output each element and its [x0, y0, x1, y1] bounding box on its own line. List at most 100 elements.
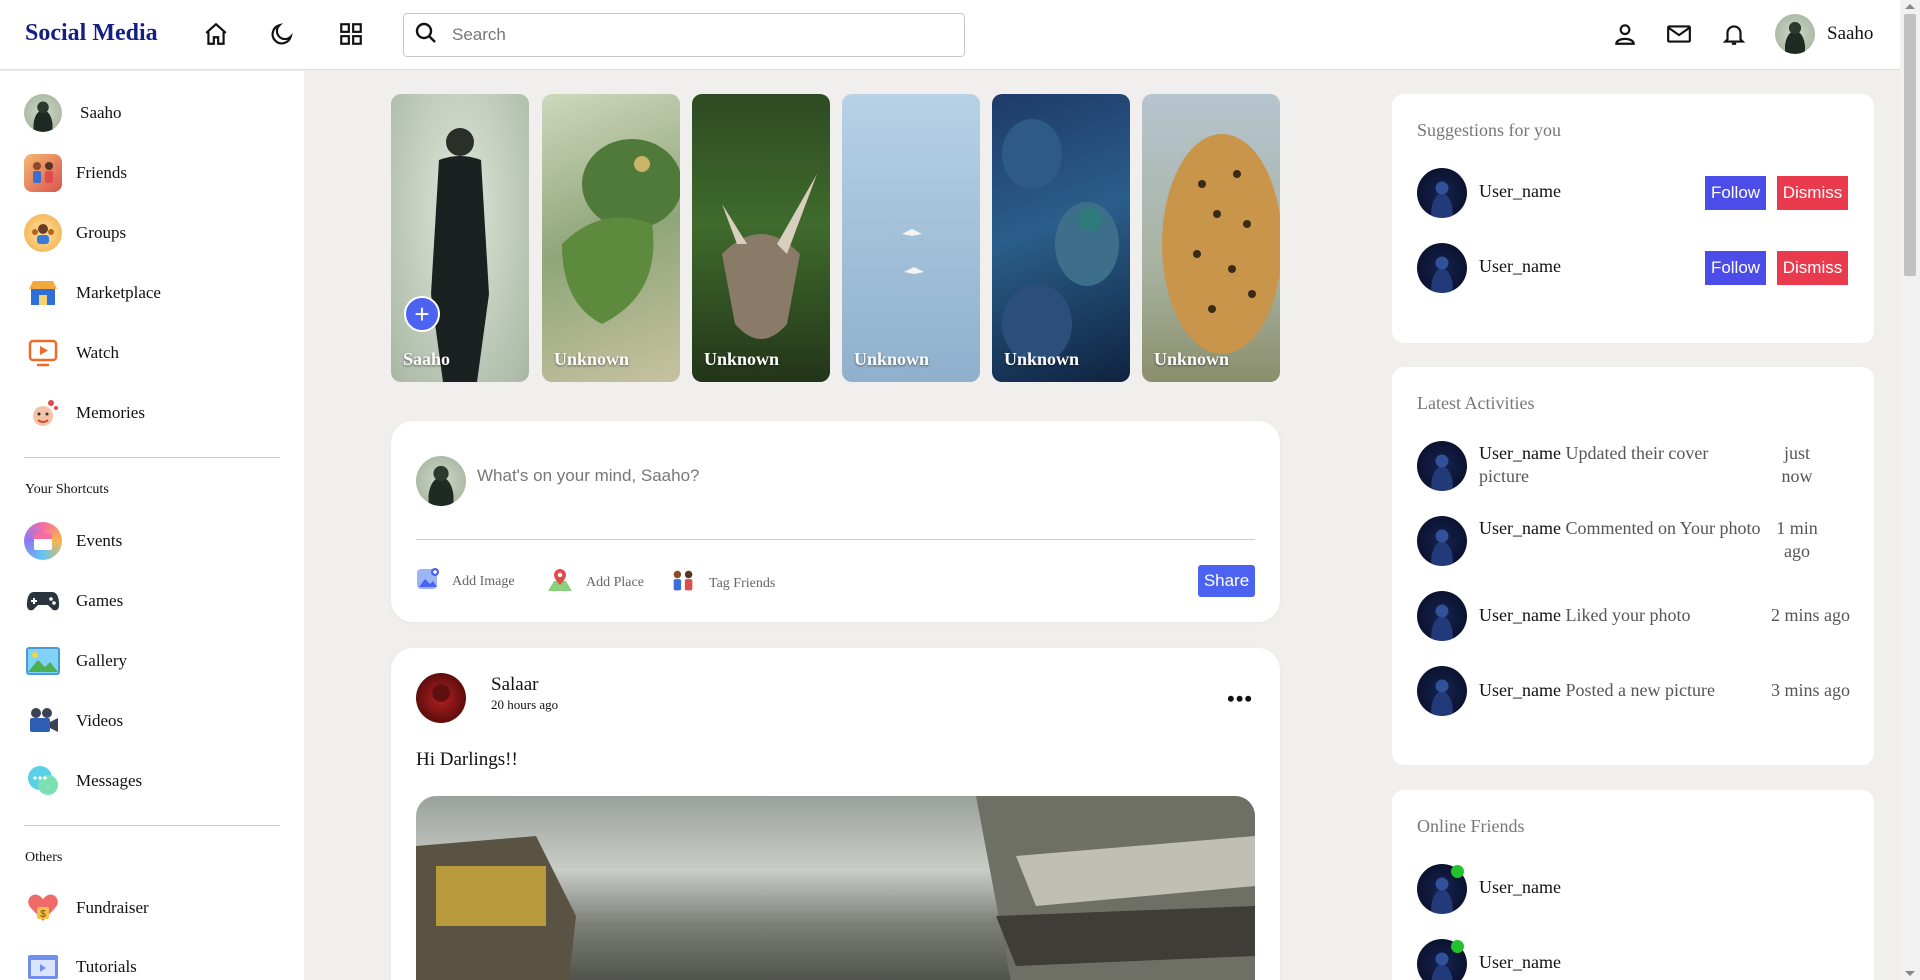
sidebar-item-label: Games — [76, 591, 124, 610]
sidebar-item-friends[interactable]: Friends — [24, 153, 280, 193]
scrollbar-thumb[interactable] — [1904, 14, 1916, 276]
story-image — [431, 128, 489, 382]
follow-button[interactable]: Follow — [1705, 176, 1766, 210]
activity-time: 1 min ago — [1776, 518, 1818, 561]
online-friend-avatar[interactable] — [1417, 939, 1467, 980]
sidebar-item-label: Events — [76, 531, 123, 550]
tag-friends-button[interactable]: Tag Friends — [669, 567, 775, 600]
scroll-down-arrow-icon[interactable] — [1905, 971, 1915, 976]
story-name: Unknown — [554, 349, 630, 369]
add-story-button[interactable]: + — [404, 296, 440, 332]
sidebar-item-groups[interactable]: Groups — [24, 213, 280, 253]
activity-item[interactable]: User_name Liked your photo 2 mins ago — [1417, 591, 1850, 641]
sidebar-item-marketplace[interactable]: Marketplace — [24, 273, 280, 313]
suggestions-panel: Suggestions for you User_name Follow Dis… — [1392, 94, 1874, 343]
dismiss-button[interactable]: Dismiss — [1777, 251, 1848, 285]
sidebar-item-label: Friends — [76, 163, 127, 182]
activity-action: Commented on Your photo — [1565, 518, 1761, 538]
avatar[interactable] — [416, 673, 466, 723]
search-input[interactable] — [452, 25, 932, 45]
home-icon[interactable] — [202, 20, 230, 48]
story-card[interactable]: Unknown — [992, 94, 1130, 382]
story-image — [1002, 119, 1119, 364]
post-timestamp: 20 hours ago — [491, 697, 559, 712]
sidebar-item-profile[interactable]: Saaho — [24, 93, 280, 133]
suggestion-username[interactable]: User_name — [1479, 256, 1561, 277]
sidebar-item-label: Messages — [76, 771, 143, 790]
sidebar-item-label: Memories — [76, 403, 145, 422]
activity-item[interactable]: User_name Updated their cover picture ju… — [1417, 441, 1849, 491]
activity-item[interactable]: User_name Commented on Your photo 1 min … — [1417, 516, 1849, 566]
composer-divider — [416, 539, 1255, 540]
page-scrollbar[interactable] — [1900, 0, 1920, 980]
sidebar-item-label: Tutorials — [76, 957, 137, 976]
activity-text: User_name Commented on Your photo — [1479, 517, 1764, 540]
story-card[interactable]: Unknown — [842, 94, 980, 382]
sidebar-item-gallery[interactable]: Gallery — [24, 641, 280, 681]
avatar[interactable] — [1417, 243, 1467, 293]
watch-icon — [24, 334, 62, 372]
image-icon — [416, 567, 440, 596]
mail-icon[interactable] — [1665, 20, 1693, 48]
dismiss-button[interactable]: Dismiss — [1777, 176, 1848, 210]
story-name: Unknown — [1154, 349, 1230, 369]
avatar[interactable] — [1417, 168, 1467, 218]
story-card[interactable]: Unknown — [542, 94, 680, 382]
search-bar — [403, 13, 965, 57]
grid-icon[interactable] — [337, 20, 365, 48]
add-place-button[interactable]: Add Place — [546, 567, 644, 598]
suggestion-username[interactable]: User_name — [1479, 181, 1561, 202]
online-friend-name[interactable]: User_name — [1479, 877, 1561, 898]
search-icon[interactable] — [414, 21, 438, 50]
post-image[interactable] — [416, 796, 1255, 980]
more-options-icon[interactable]: ••• — [1227, 688, 1253, 710]
follow-button[interactable]: Follow — [1705, 251, 1766, 285]
online-friend-name[interactable]: User_name — [1479, 952, 1561, 973]
status-input[interactable] — [477, 466, 1177, 486]
activity-time: 3 mins ago — [1771, 680, 1850, 700]
tutorials-icon — [24, 948, 62, 980]
add-image-button[interactable]: Add Image — [416, 567, 515, 596]
map-pin-icon — [546, 567, 574, 598]
sidebar-item-label: Gallery — [76, 651, 127, 670]
sidebar-item-events[interactable]: Events — [24, 521, 280, 561]
activity-item[interactable]: User_name Posted a new picture 3 mins ag… — [1417, 666, 1850, 716]
activity-text: User_name Posted a new picture — [1479, 679, 1715, 702]
add-place-label: Add Place — [586, 574, 644, 590]
moon-icon[interactable] — [268, 20, 296, 48]
story-name: Saaho — [403, 349, 451, 369]
story-card[interactable]: Unknown — [1142, 94, 1280, 382]
online-friend-avatar[interactable] — [1417, 864, 1467, 914]
sidebar-item-games[interactable]: Games — [24, 581, 280, 621]
story-name: Unknown — [704, 349, 780, 369]
avatar — [416, 456, 466, 506]
friends-icon — [669, 567, 697, 600]
sidebar-item-watch[interactable]: Watch — [24, 333, 280, 373]
share-button[interactable]: Share — [1198, 565, 1255, 597]
avatar — [24, 94, 62, 132]
app-logo[interactable]: Social Media — [25, 20, 158, 47]
scroll-up-arrow-icon[interactable] — [1905, 4, 1915, 9]
events-icon — [24, 522, 62, 560]
sidebar-item-tutorials[interactable]: Tutorials — [24, 947, 280, 980]
sidebar-item-fundraiser[interactable]: $ Fundraiser — [24, 888, 280, 928]
avatar — [1417, 666, 1467, 716]
online-indicator — [1451, 865, 1464, 878]
sidebar-item-memories[interactable]: Memories — [24, 393, 280, 433]
shortcuts-heading: Your Shortcuts — [25, 482, 109, 497]
sidebar-item-messages[interactable]: Messages — [24, 761, 280, 801]
bell-icon[interactable] — [1720, 20, 1748, 48]
sidebar-item-label: Saaho — [80, 103, 122, 122]
story-card[interactable]: + Saaho — [391, 94, 529, 382]
person-icon[interactable] — [1611, 20, 1639, 48]
avatar — [1417, 441, 1467, 491]
activity-text: User_name Updated their cover picture — [1479, 442, 1739, 488]
sidebar-item-label: Watch — [76, 343, 119, 362]
sidebar-item-videos[interactable]: Videos — [24, 701, 280, 741]
story-card[interactable]: Unknown — [692, 94, 830, 382]
post-text: Hi Darlings!! — [416, 749, 518, 770]
online-friends-title: Online Friends — [1417, 816, 1525, 836]
post-card: Salaar 20 hours ago ••• Hi Darlings!! — [391, 648, 1280, 980]
navbar-profile[interactable]: Saaho — [1775, 14, 1873, 54]
post-author[interactable]: Salaar — [491, 674, 538, 696]
